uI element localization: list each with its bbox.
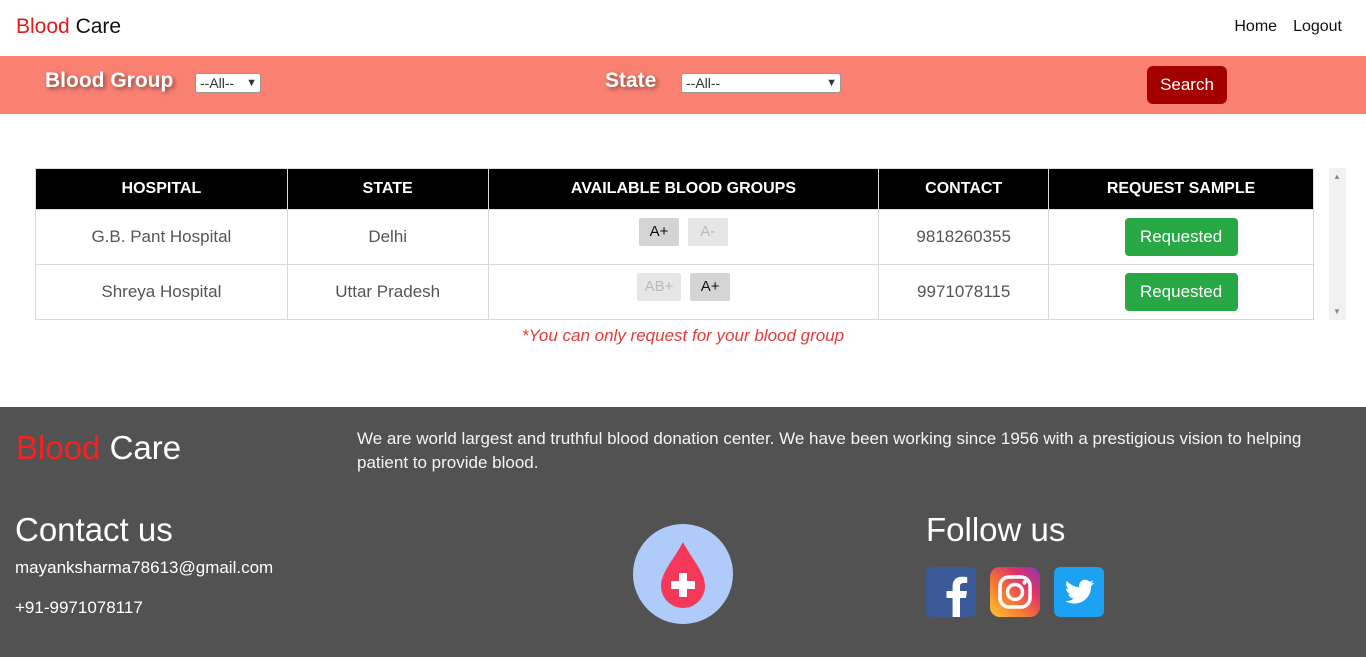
chevron-down-icon: ▼	[246, 77, 257, 89]
hospital-table: HOSPITAL STATE AVAILABLE BLOOD GROUPS CO…	[35, 168, 1314, 320]
footer-brand-blood: Blood	[16, 429, 101, 466]
chevron-down-icon: ▼	[826, 77, 837, 89]
brand-part-care: Care	[75, 15, 122, 38]
header-state: STATE	[286, 168, 489, 210]
hospital-table-container: HOSPITAL STATE AVAILABLE BLOOD GROUPS CO…	[35, 168, 1315, 320]
blood-drop-logo-icon	[633, 524, 733, 624]
instagram-icon[interactable]	[990, 567, 1040, 617]
header-blood-groups: AVAILABLE BLOOD GROUPS	[487, 168, 880, 210]
blood-group-chip[interactable]: A+	[639, 218, 680, 246]
blood-group-select-value: --All--	[200, 75, 235, 91]
footer-brand-care: Care	[109, 429, 182, 466]
navbar: Blood Care Home Logout	[0, 0, 1366, 56]
twitter-icon[interactable]	[1054, 567, 1104, 617]
blood-group-note: *You can only request for your blood gro…	[521, 326, 845, 345]
requested-button[interactable]: Requested	[1124, 273, 1238, 311]
requested-button[interactable]: Requested	[1124, 218, 1238, 256]
footer: Blood Care We are world largest and trut…	[0, 407, 1366, 657]
header-contact: CONTACT	[878, 168, 1050, 210]
table-row: Shreya Hospital Uttar Pradesh AB+ A+ 997…	[35, 264, 1314, 320]
nav-links: Home Logout	[1234, 18, 1342, 36]
nav-home-link[interactable]: Home	[1234, 18, 1277, 36]
scroll-up-arrow-icon[interactable]: ▲	[1333, 172, 1341, 181]
state-cell: Uttar Pradesh	[286, 264, 489, 320]
footer-about-text: We are world largest and truthful blood …	[357, 429, 1302, 472]
hospital-cell: G.B. Pant Hospital	[35, 209, 288, 265]
contact-heading: Contact us	[15, 511, 173, 548]
table-scrollbar[interactable]: ▲ ▼	[1329, 168, 1346, 320]
footer-brand: Blood Care	[16, 429, 181, 467]
state-cell: Delhi	[286, 209, 489, 265]
table-header-row: HOSPITAL STATE AVAILABLE BLOOD GROUPS CO…	[35, 168, 1314, 210]
nav-logout-link[interactable]: Logout	[1293, 18, 1342, 36]
search-button[interactable]: Search	[1147, 66, 1227, 104]
hospital-cell: Shreya Hospital	[35, 264, 288, 320]
request-cell: Requested	[1048, 209, 1314, 265]
filter-bar: Blood Group --All-- ▼ State --All-- ▼ Se…	[0, 56, 1366, 114]
blood-groups-cell: AB+ A+	[487, 264, 880, 320]
blood-group-label: Blood Group	[45, 69, 174, 92]
blood-group-chip-disabled: A-	[687, 218, 728, 246]
blood-groups-cell: A+ A-	[487, 209, 880, 265]
state-select[interactable]: --All-- ▼	[681, 73, 841, 93]
header-hospital: HOSPITAL	[35, 168, 288, 210]
scroll-down-arrow-icon[interactable]: ▼	[1333, 307, 1341, 316]
table-row: G.B. Pant Hospital Delhi A+ A- 981826035…	[35, 209, 1314, 265]
facebook-icon[interactable]	[926, 567, 976, 617]
blood-group-chip-disabled: AB+	[636, 273, 682, 301]
request-cell: Requested	[1048, 264, 1314, 320]
blood-group-select[interactable]: --All-- ▼	[195, 73, 261, 93]
brand-part-blood: Blood	[16, 15, 70, 38]
contact-cell: 9818260355	[878, 209, 1050, 265]
contact-email[interactable]: mayanksharma78613@gmail.com	[15, 558, 273, 578]
contact-cell: 9971078115	[878, 264, 1050, 320]
state-select-value: --All--	[686, 75, 721, 91]
header-request-sample: REQUEST SAMPLE	[1048, 168, 1314, 210]
state-label: State	[605, 69, 657, 92]
contact-phone[interactable]: +91-9971078117	[15, 598, 143, 618]
brand-logo[interactable]: Blood Care	[16, 15, 121, 39]
follow-heading: Follow us	[926, 511, 1066, 548]
blood-group-chip[interactable]: A+	[690, 273, 731, 301]
